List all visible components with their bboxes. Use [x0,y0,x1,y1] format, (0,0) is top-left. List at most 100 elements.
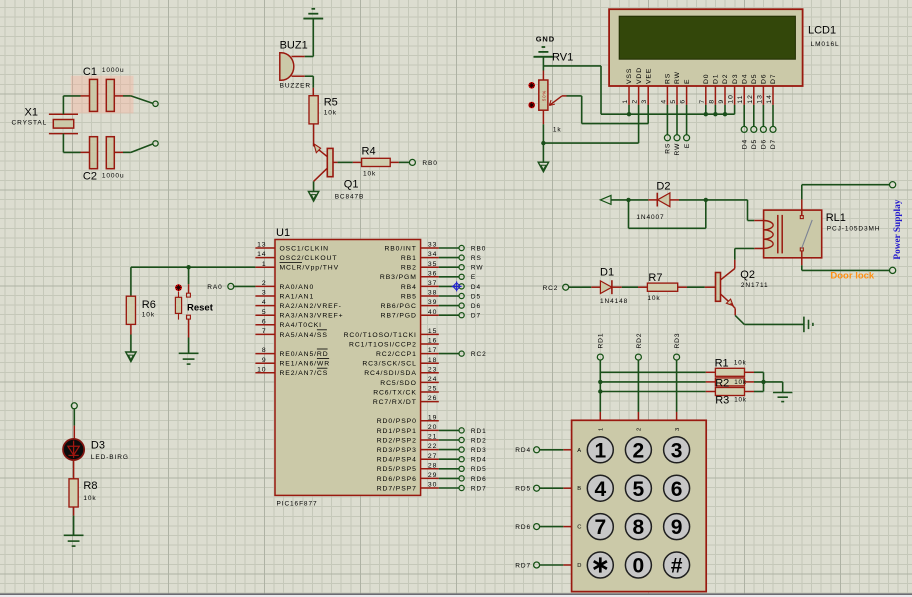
svg-text:RD7: RD7 [471,485,487,492]
svg-text:10k: 10k [734,379,747,386]
svg-text:RD2: RD2 [471,437,487,444]
svg-text:17: 17 [428,347,437,354]
svg-text:BUZZER: BUZZER [280,83,311,90]
svg-text:RA4/T0CKI: RA4/T0CKI [280,322,322,329]
svg-text:34: 34 [428,251,437,258]
svg-text:RD4: RD4 [515,447,531,454]
svg-text:RE0/AN5/RD: RE0/AN5/RD [280,351,329,358]
svg-text:9: 9 [718,99,725,104]
svg-text:BC847B: BC847B [335,194,365,201]
svg-text:CRYSTAL: CRYSTAL [12,120,48,127]
svg-text:RW: RW [471,265,484,272]
svg-text:VEE: VEE [645,68,652,84]
svg-text:RC1/T1OSI/CCP2: RC1/T1OSI/CCP2 [349,341,417,348]
svg-text:RB4: RB4 [401,284,417,291]
svg-text:R8: R8 [83,480,97,492]
svg-text:RS: RS [471,255,482,262]
svg-text:1N4148: 1N4148 [600,298,628,305]
svg-text:19: 19 [428,414,437,421]
svg-text:1: 1 [262,261,267,268]
svg-text:RD5: RD5 [515,486,531,493]
svg-text:15: 15 [428,328,437,335]
svg-text:D3: D3 [732,74,739,85]
svg-text:RA0: RA0 [207,284,222,291]
svg-text:BUZ1: BUZ1 [280,40,308,52]
svg-text:RA3/AN3/VREF+: RA3/AN3/VREF+ [280,313,344,320]
svg-text:D4: D4 [741,74,748,85]
svg-text:38: 38 [428,290,437,297]
svg-text:1000u: 1000u [102,67,125,74]
svg-text:R1: R1 [715,358,729,370]
svg-text:36: 36 [428,270,437,277]
svg-text:RB2: RB2 [401,265,417,272]
svg-text:D2: D2 [656,181,670,193]
svg-text:RB0: RB0 [471,245,486,252]
svg-text:2: 2 [632,99,639,104]
svg-text:RB0: RB0 [422,160,437,167]
svg-text:RC7/RX/DT: RC7/RX/DT [373,399,417,406]
svg-text:RC3/SCK/SCL: RC3/SCK/SCL [362,361,416,368]
svg-text:R2: R2 [715,378,729,390]
svg-text:#: # [671,555,683,578]
svg-text:D6: D6 [471,303,481,310]
svg-text:D5: D5 [471,293,481,300]
svg-text:10: 10 [728,94,735,103]
svg-text:30: 30 [428,482,437,489]
svg-text:10k: 10k [324,110,337,117]
svg-text:35: 35 [428,261,437,268]
svg-text:RE2/AN7/CS: RE2/AN7/CS [280,370,329,377]
svg-text:6: 6 [671,478,683,501]
svg-text:OSC2/CLKOUT: OSC2/CLKOUT [280,255,338,262]
svg-text:28: 28 [428,462,437,469]
svg-text:RD2/PSP2: RD2/PSP2 [377,437,417,444]
svg-text:VSS: VSS [626,68,633,84]
svg-text:RA5/AN4/SS: RA5/AN4/SS [280,332,328,339]
svg-text:10k: 10k [83,495,96,502]
svg-text:PCJ-105D3MH: PCJ-105D3MH [827,226,881,233]
svg-text:C: C [577,525,582,531]
svg-text:0: 0 [633,555,645,578]
svg-text:R6: R6 [142,299,156,311]
svg-text:8: 8 [708,99,715,104]
svg-text:RV1: RV1 [552,52,573,64]
svg-text:D7: D7 [770,139,777,149]
svg-text:1: 1 [599,427,605,431]
svg-text:13: 13 [257,242,266,249]
svg-text:37: 37 [428,280,437,287]
svg-text:RB7/PGD: RB7/PGD [381,313,417,320]
svg-text:14: 14 [766,94,773,103]
svg-text:D7: D7 [770,74,777,85]
svg-text:D7: D7 [471,313,481,320]
svg-text:RC2: RC2 [471,351,487,358]
svg-text:7: 7 [699,99,706,104]
svg-text:Reset: Reset [187,302,214,313]
svg-text:D5: D5 [751,139,758,149]
svg-text:RD6: RD6 [471,476,487,483]
svg-text:Q1: Q1 [344,179,359,191]
svg-text:RD1: RD1 [598,333,605,349]
svg-text:RB0/INT: RB0/INT [384,245,416,252]
svg-text:RB1: RB1 [401,255,417,262]
svg-text:5: 5 [670,99,677,104]
svg-text:4: 4 [594,478,606,501]
svg-text:D4: D4 [471,284,481,291]
svg-text:RD3/PSP3: RD3/PSP3 [377,447,417,454]
svg-text:A: A [577,448,582,454]
svg-text:RC5/SDO: RC5/SDO [380,380,417,387]
svg-text:2: 2 [633,439,645,462]
svg-text:RC6/TX/CK: RC6/TX/CK [373,389,417,396]
svg-text:D5: D5 [751,74,758,85]
svg-text:3: 3 [675,427,681,431]
svg-text:14: 14 [257,251,266,258]
svg-text:7: 7 [262,328,267,335]
svg-text:10k: 10k [734,360,747,367]
svg-text:D6: D6 [761,139,768,149]
svg-text:33: 33 [428,242,437,249]
svg-text:RB6/PGC: RB6/PGC [381,303,417,310]
svg-text:Q2: Q2 [740,269,755,281]
svg-text:RD2: RD2 [636,333,643,349]
svg-text:1: 1 [622,99,629,104]
svg-text:7: 7 [594,516,606,539]
svg-text:RC4/SDI/SDA: RC4/SDI/SDA [364,370,417,377]
svg-text:RD1/PSP1: RD1/PSP1 [377,428,417,435]
